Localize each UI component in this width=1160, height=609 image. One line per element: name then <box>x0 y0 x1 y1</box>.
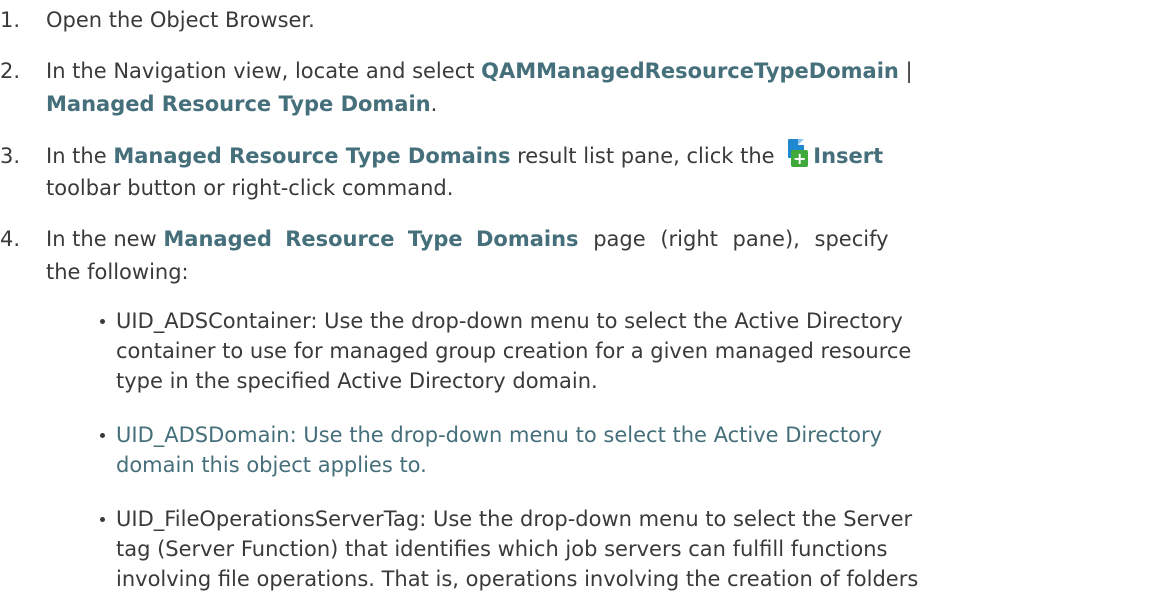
step-number: 4. <box>0 227 21 251</box>
bullet-dot <box>100 319 105 324</box>
page-name: Managed Resource Type Domains <box>163 227 579 251</box>
step-4: 4. In the new Managed Resource Type Domai… <box>0 223 889 256</box>
step-text-mid: result list pane, click the <box>510 144 782 168</box>
step-number: 1. <box>0 8 21 32</box>
step-text: Open the Object Browser. <box>46 8 315 32</box>
navigation-path-primary: QAMManagedResourceTypeDomain <box>481 59 899 83</box>
step-1: 1. Open the Object Browser. <box>0 4 315 37</box>
step-2: 2. In the Navigation view, locate and sel… <box>0 55 913 88</box>
bullet-dot <box>100 433 105 438</box>
step-3-continued: toolbar button or right-click command. <box>46 172 453 205</box>
step-text-pre: In the Navigation view, locate and selec… <box>46 59 482 83</box>
bullet-uid-adscontainer-line-2: container to use for managed group creat… <box>116 339 912 363</box>
step-3: 3. In the Managed Resource Type Domains r… <box>0 139 883 173</box>
step-number: 3. <box>0 144 21 168</box>
step-text-post: toolbar button or right-click command. <box>46 176 454 200</box>
bullet-dot <box>100 517 105 522</box>
path-separator: | <box>898 59 913 83</box>
result-list-name: Managed Resource Type Domains <box>113 144 511 168</box>
step-text-pre: In the <box>46 144 114 168</box>
step-4-continued: the following: <box>46 256 189 289</box>
bullet-uid-adscontainer-line-1: UID_ADSContainer: Use the drop-down menu… <box>116 309 903 333</box>
document-page: 1. Open the Object Browser. 2. In the Navi… <box>0 0 1160 609</box>
step-text-post: the following: <box>46 260 189 284</box>
bullet-uid-adsdomain-line-1: UID_ADSDomain: Use the drop-down menu to… <box>116 423 883 447</box>
step-number: 2. <box>0 59 21 83</box>
bullet-uid-fileoperationsservertag-line-3: involving file operations. That is, oper… <box>116 567 919 591</box>
bullet-uid-fileoperationsservertag-line-1: UID_FileOperationsServerTag: Use the dro… <box>116 507 913 531</box>
bullet-uid-fileoperationsservertag-line-2: tag (Server Function) that identifies wh… <box>116 537 888 561</box>
navigation-path-secondary: Managed Resource Type Domain <box>46 92 431 116</box>
step-text-post: . <box>430 92 438 116</box>
step-2-continued: Managed Resource Type Domain. <box>46 88 437 121</box>
insert-icon: + <box>785 139 809 169</box>
bullet-uid-adscontainer-line-3: type in the specified Active Directory d… <box>116 369 598 393</box>
bullet-uid-adsdomain-line-2: domain this object applies to. <box>116 453 427 477</box>
insert-button-label: Insert <box>813 144 884 168</box>
step-text-pre: In the new <box>46 227 164 251</box>
step-text-mid: page (right pane), specify <box>578 227 889 251</box>
